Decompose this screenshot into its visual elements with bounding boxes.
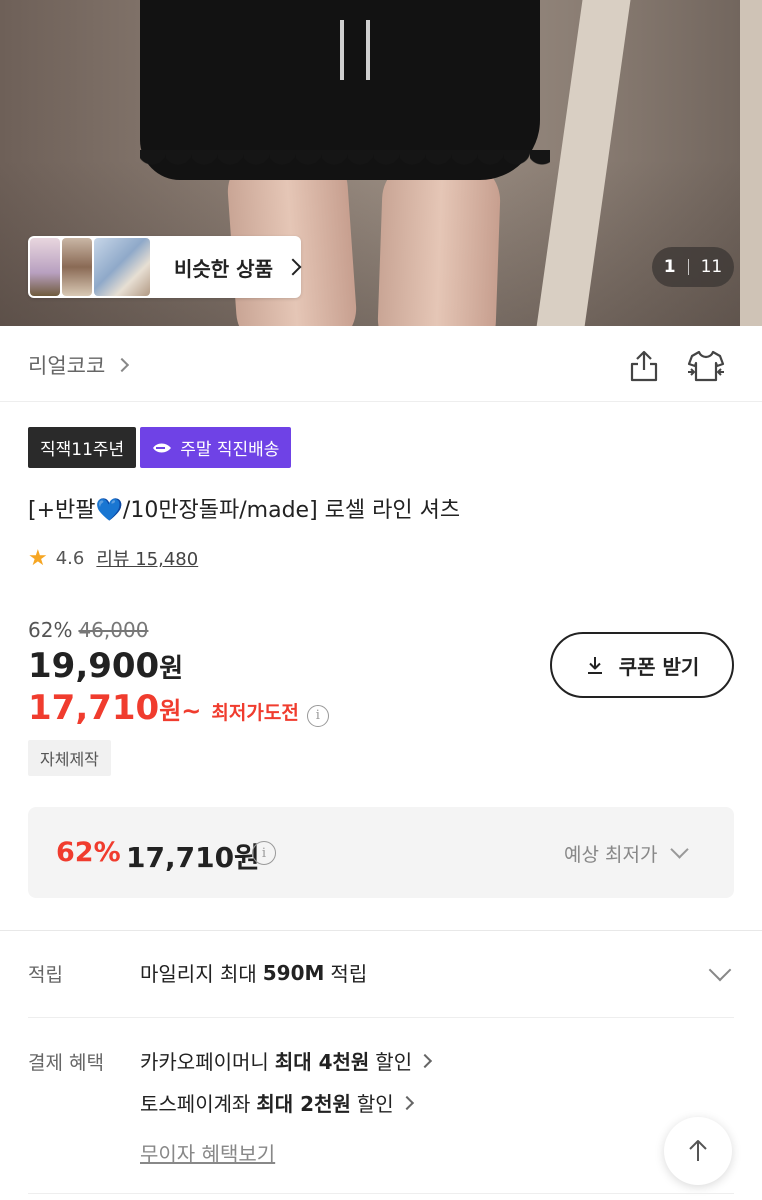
- chevron-right-icon: [115, 357, 130, 373]
- section-divider: [0, 930, 762, 931]
- similar-thumbnail: [62, 238, 92, 296]
- title-prefix: [+반팔: [28, 498, 96, 523]
- anniversary-badge-label: 직잭11주년: [40, 440, 125, 460]
- similar-products-label: 비슷한 상품: [174, 256, 273, 281]
- section-divider: [28, 1193, 734, 1194]
- similar-thumbnail: [94, 238, 150, 296]
- row-divider: [28, 1017, 734, 1018]
- sale-currency: 원~: [159, 697, 202, 725]
- expected-lowest-price-box[interactable]: 62% 17,710원 i 예상 최저가: [28, 807, 734, 898]
- benefit-amount: 최대 4천원: [274, 1050, 370, 1074]
- anniversary-badge: 직잭11주년: [28, 427, 137, 468]
- image-ruffle: [140, 150, 550, 190]
- counter-divider: [687, 259, 689, 275]
- sale-price: 17,710: [28, 688, 160, 728]
- chevron-right-icon: [284, 258, 302, 276]
- similar-products-button[interactable]: 비슷한 상품: [28, 236, 302, 298]
- rating-value: 4.6: [55, 547, 85, 569]
- benefit-provider: 카카오페이머니: [140, 1050, 269, 1074]
- weekend-delivery-badge: 주말 직진배송: [140, 427, 292, 468]
- self-made-tag: 자체제작: [28, 740, 111, 776]
- info-icon[interactable]: i: [252, 841, 276, 865]
- discount-rate: 62%: [28, 618, 73, 642]
- benefit-amount: 최대 2천원: [256, 1092, 351, 1116]
- shop-link[interactable]: 리얼코코: [28, 350, 130, 380]
- image-counter-total: 11: [700, 257, 723, 277]
- chevron-down-icon[interactable]: [708, 958, 732, 982]
- similar-thumbnails: [30, 238, 152, 296]
- scroll-to-top-button[interactable]: [664, 1117, 732, 1185]
- chevron-down-icon: [670, 840, 690, 859]
- price-currency: 원: [159, 654, 184, 684]
- current-price: 19,900원: [28, 646, 183, 686]
- image-counter-current: 1: [663, 257, 676, 277]
- shirt-icon[interactable]: [686, 346, 726, 386]
- coupon-button[interactable]: 쿠폰 받기: [550, 632, 734, 698]
- coupon-label: 쿠폰 받기: [618, 654, 700, 679]
- delivery-icon: [153, 443, 172, 452]
- shop-row: 리얼코코: [0, 326, 762, 402]
- points-label: 적립: [28, 964, 63, 986]
- lowest-amount: 17,710원: [126, 841, 260, 874]
- payment-benefit-item[interactable]: 카카오페이머니 최대 4천원 할인: [140, 1046, 433, 1075]
- download-icon: [587, 657, 602, 674]
- expected-lowest-toggle[interactable]: 예상 최저가: [564, 840, 690, 867]
- blue-heart-icon: 💙: [95, 498, 123, 523]
- original-price: 46,000: [78, 618, 149, 642]
- rating-row: ★ 4.6 리뷰 15,480: [28, 545, 198, 571]
- expected-lowest-label: 예상 최저가: [564, 844, 658, 866]
- original-price-row: 62% 46,000: [28, 618, 148, 642]
- chevron-right-icon: [399, 1095, 414, 1110]
- benefit-provider: 토스페이계좌: [140, 1092, 251, 1116]
- lowest-discount: 62%: [56, 837, 121, 868]
- title-suffix: /10만장돌파/made] 로셀 라인 셔츠: [122, 498, 461, 523]
- product-title: [+반팔💙/10만장돌파/made] 로셀 라인 셔츠: [28, 492, 460, 524]
- payment-benefit-item[interactable]: 토스페이계좌 최대 2천원 할인: [140, 1088, 414, 1117]
- review-link[interactable]: 리뷰 15,480: [96, 545, 198, 571]
- arrow-up-icon: [689, 1140, 707, 1161]
- lowest-price-challenge: 최저가도전: [211, 702, 299, 724]
- points-suffix: 적립: [330, 962, 368, 986]
- image-drawstring: [366, 20, 370, 80]
- image-drawstring: [340, 20, 344, 80]
- weekend-delivery-label: 주말 직진배송: [180, 440, 280, 460]
- star-icon: ★: [28, 545, 48, 571]
- info-icon[interactable]: i: [306, 704, 329, 727]
- sale-price-row: 17,710 원~ 최저가도전 i: [28, 688, 329, 728]
- points-text: 마일리지 최대 590M 적립: [140, 958, 367, 987]
- chevron-right-icon: [418, 1053, 433, 1068]
- similar-thumbnail: [30, 238, 60, 296]
- shop-name: 리얼코코: [28, 354, 106, 378]
- badge-group: 직잭11주년 주말 직진배송: [28, 427, 292, 468]
- image-door-edge: [740, 0, 762, 326]
- benefit-suffix: 할인: [356, 1092, 394, 1116]
- points-amount: 590M: [262, 960, 325, 985]
- share-icon[interactable]: [626, 348, 662, 384]
- product-image[interactable]: 비슷한 상품 1 11: [0, 0, 762, 326]
- payment-benefit-label: 결제 혜택: [28, 1052, 104, 1074]
- image-counter: 1 11: [652, 247, 734, 287]
- benefit-suffix: 할인: [375, 1050, 413, 1074]
- price-value: 19,900: [28, 646, 160, 686]
- points-prefix: 마일리지 최대: [140, 962, 257, 986]
- interest-free-benefits-link[interactable]: 무이자 혜택보기: [140, 1138, 275, 1167]
